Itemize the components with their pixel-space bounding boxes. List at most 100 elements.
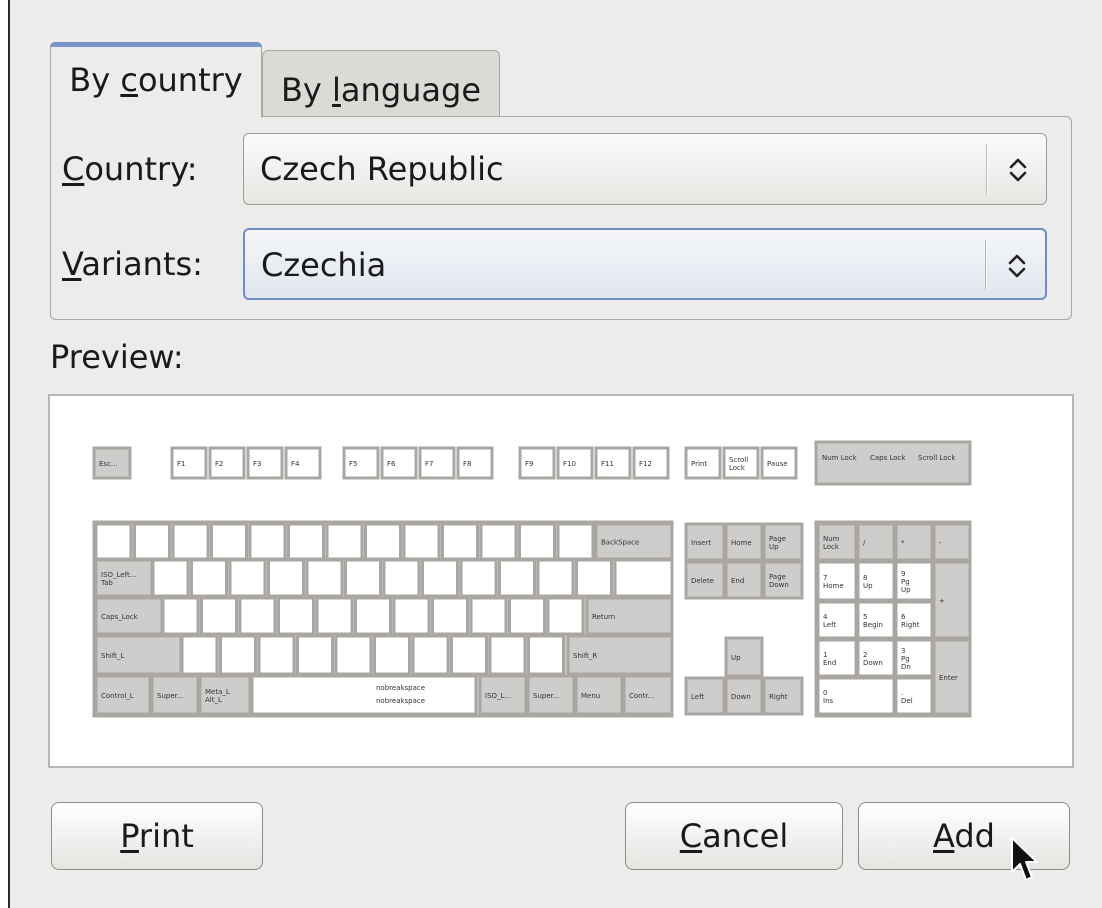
tab-by-country-label: By country: [69, 61, 243, 99]
key-kp-multiply: *: [894, 522, 934, 562]
variants-label: Variants:: [62, 245, 203, 283]
character-key: [151, 558, 190, 598]
key-label: F8: [463, 460, 471, 468]
key-label: F5: [349, 460, 357, 468]
key-function: F1: [170, 446, 208, 480]
character-key: [248, 522, 287, 561]
key-label: Shift_L: [101, 652, 124, 660]
key-function: F6: [380, 446, 418, 480]
key-label: 3: [901, 647, 905, 655]
key-home: Home: [724, 522, 764, 562]
key-kp-subtract: -: [932, 522, 972, 562]
key-label: F10: [563, 460, 576, 468]
keyboard-layout-diagram: Esc... F1 F2 F3 F4 F5 F6 F7 F8 F9 F10 F11 F12 Print Sc…: [92, 440, 972, 718]
tab-by-language-label: By language: [280, 71, 482, 109]
cancel-button-label: Cancel: [679, 817, 789, 855]
character-key: [325, 522, 364, 561]
key-kp-5: 5Begin: [856, 600, 896, 640]
character-key: [488, 634, 527, 676]
character-key: [556, 522, 595, 561]
character-key: [450, 634, 488, 676]
key-function: Pause: [760, 446, 798, 480]
key-label: Super...: [533, 692, 560, 700]
key-end: End: [724, 560, 764, 600]
key-label: Super...: [157, 692, 184, 700]
key-label: 0: [823, 689, 827, 697]
country-combo[interactable]: Czech Republic: [243, 133, 1047, 205]
key-label: Home: [823, 582, 844, 590]
key-label: F7: [425, 460, 433, 468]
key-label: End: [731, 577, 744, 585]
key-iso-level3: ISO_L...: [478, 674, 528, 716]
key-label: 2: [863, 651, 867, 659]
lock-indicator-panel: [814, 440, 972, 486]
key-label: F12: [639, 460, 652, 468]
key-label: Up: [901, 586, 911, 594]
lock-indicator-label: Scroll Lock: [918, 454, 956, 462]
key-label: Pg: [901, 655, 910, 663]
key-label: Enter: [939, 674, 958, 682]
key-kp-add: +: [932, 560, 972, 640]
character-key: [287, 522, 325, 561]
tab-by-country[interactable]: By country: [50, 42, 262, 118]
key-label: 8: [863, 574, 867, 582]
character-key: [296, 634, 334, 676]
key-function: F2: [208, 446, 246, 480]
key-label: BackSpace: [601, 539, 639, 547]
character-key: [210, 522, 248, 561]
key-function: F3: [246, 446, 284, 480]
print-button[interactable]: Print: [51, 802, 263, 870]
key-function: F7: [418, 446, 456, 480]
variants-value: Czechia: [261, 246, 387, 284]
character-key: [354, 596, 392, 636]
key-up: Up: [724, 636, 764, 678]
key-label: Home: [731, 539, 752, 547]
character-key: [479, 522, 518, 561]
character-key: [459, 558, 498, 598]
key-label: F2: [215, 460, 223, 468]
key-kp-decimal: .Del: [894, 676, 934, 716]
key-kp-8: 8Up: [856, 560, 896, 602]
key-control-left: Control_L: [94, 674, 152, 716]
cancel-button[interactable]: Cancel: [625, 802, 843, 870]
key-label: Print: [691, 460, 707, 468]
key-label: Up: [769, 543, 779, 551]
key-label: 4: [823, 613, 828, 621]
key-label: Begin: [863, 621, 883, 629]
character-key: [411, 634, 450, 676]
key-label: Scroll: [729, 456, 748, 464]
combo-separator: [986, 144, 988, 194]
key-label: 9: [901, 570, 905, 578]
key-label: 6: [901, 613, 906, 621]
key-label: F4: [291, 460, 300, 468]
key-label: Return: [592, 613, 615, 621]
character-key: [305, 558, 344, 598]
key-label: +: [939, 597, 945, 605]
key-function: Print: [684, 446, 722, 480]
key-function: F4: [284, 446, 322, 480]
key-alt-left: Meta_LAlt_L: [198, 674, 252, 716]
variants-combo[interactable]: Czechia: [243, 228, 1047, 300]
key-label: Shift_R: [573, 652, 597, 660]
key-label: Num: [823, 535, 840, 543]
character-key: [536, 558, 575, 598]
character-key: [402, 522, 441, 561]
key-label: Lock: [729, 464, 746, 472]
key-label: Caps_Lock: [101, 613, 139, 621]
tab-by-language[interactable]: By language: [262, 50, 500, 116]
character-key: [421, 558, 459, 598]
key-label: *: [901, 539, 905, 547]
country-label: Country:: [62, 150, 198, 188]
key-function: F10: [556, 446, 594, 480]
character-key: [180, 634, 219, 676]
key-function: F9: [518, 446, 556, 480]
key-label: Page: [769, 573, 786, 581]
key-kp-7: 7Home: [816, 560, 858, 602]
key-function: F11: [594, 446, 632, 480]
key-label: Left: [823, 621, 836, 629]
key-function: ScrollLock: [722, 446, 760, 480]
character-key: [257, 634, 296, 676]
key-kp-enter: Enter: [932, 638, 972, 716]
key-label: End: [823, 659, 836, 667]
character-key: [171, 522, 210, 561]
